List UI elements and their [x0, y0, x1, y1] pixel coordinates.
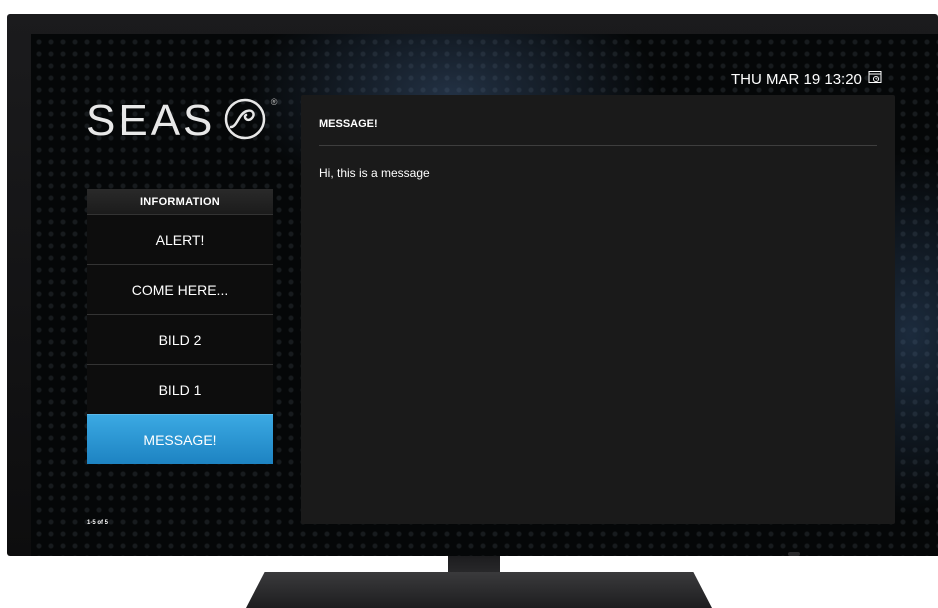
tv-bezel: SEAS ® THU MAR 19 13:20 INFORMATION ALER…: [7, 14, 938, 556]
schedule-icon: [868, 70, 882, 88]
logo-text: SEAS: [86, 96, 216, 145]
registered-mark: ®: [270, 96, 278, 107]
datetime-text: THU MAR 19 13:20: [731, 70, 862, 88]
datetime-display: THU MAR 19 13:20: [731, 70, 882, 88]
sidebar: INFORMATION ALERT! COME HERE... BILD 2 B…: [87, 189, 273, 464]
sidebar-item-label: ALERT!: [155, 231, 205, 248]
sidebar-item-message[interactable]: MESSAGE!: [87, 414, 273, 464]
message-panel: MESSAGE! Hi, this is a message: [301, 95, 895, 524]
sidebar-item-label: COME HERE...: [131, 281, 229, 298]
sidebar-item-label: BILD 2: [158, 331, 202, 348]
sidebar-item-bild-2[interactable]: BILD 2: [87, 314, 273, 364]
page-count: 1-5 of 5: [87, 520, 109, 526]
sidebar-item-bild-1[interactable]: BILD 1: [87, 364, 273, 414]
seas-logo: SEAS ®: [86, 96, 277, 146]
screen: SEAS ® THU MAR 19 13:20 INFORMATION ALER…: [31, 34, 938, 556]
panel-title: MESSAGE!: [319, 118, 378, 130]
tv-stand-base: [246, 572, 712, 608]
wave-logo-icon: ®: [223, 97, 277, 146]
sidebar-header: INFORMATION: [87, 189, 273, 214]
panel-body: Hi, this is a message: [319, 166, 430, 180]
sidebar-item-alert[interactable]: ALERT!: [87, 214, 273, 264]
sidebar-item-label: MESSAGE!: [143, 431, 217, 448]
panel-divider: [319, 145, 877, 146]
sidebar-item-come-here[interactable]: COME HERE...: [87, 264, 273, 314]
sidebar-item-label: BILD 1: [158, 381, 202, 398]
power-indicator: [788, 552, 800, 556]
